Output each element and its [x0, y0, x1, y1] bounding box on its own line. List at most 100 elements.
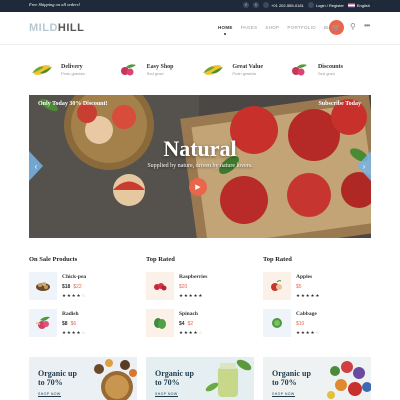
banner-headline: Organic up to 70% — [38, 369, 77, 387]
product-item[interactable]: Apples $5 ★★★★★ — [263, 272, 371, 302]
raspberry-icon[interactable] — [146, 272, 174, 300]
nav-pages[interactable]: PAGES — [241, 25, 258, 30]
top-bar: Free Shipping on all orders! f t +01 202… — [0, 0, 400, 12]
apple-icon[interactable] — [263, 272, 291, 300]
rating-stars: ★★★★☆ — [179, 330, 204, 335]
cart-button[interactable]: 🛒 — [329, 20, 344, 35]
logo-part-2: HILL — [57, 22, 85, 34]
spinach-icon[interactable] — [146, 309, 174, 337]
feature-subtitle: Proin gravida — [61, 71, 85, 76]
phone-item: +01 202-555-0181 — [263, 2, 304, 8]
product-price: $5 — [296, 284, 320, 290]
column-title: Top Rated — [146, 256, 175, 263]
shop-now-button[interactable]: SHOP NOW — [272, 392, 295, 397]
nav-shop[interactable]: SHOP — [265, 25, 279, 30]
feature-title: Easy Shop — [146, 64, 174, 70]
banner-headline: Organic up to 70% — [272, 369, 311, 387]
product-price: $4 $2 — [179, 321, 203, 327]
feature-easy-shop: Easy Shop Sed gravi — [115, 55, 200, 85]
rating-stars: ★★★★★ — [296, 293, 321, 298]
twitter-icon[interactable]: t — [253, 2, 260, 8]
product-lists: On Sale Products Chick-pea $18 $22 ★★★★☆ … — [29, 256, 371, 346]
nav-portfolio[interactable]: PORTFOLIO — [287, 25, 316, 30]
product-item[interactable]: Raspberries $20 ★★★★★ — [146, 272, 254, 302]
radish-icon — [286, 62, 312, 78]
main-nav: HOME PAGES SHOP PORTFOLIO BLOG — [218, 25, 338, 35]
promo-text: Free Shipping on all orders! — [29, 2, 81, 7]
promo-banner[interactable]: Organic up to 70% SHOP NOW — [29, 357, 137, 400]
old-price: $22 — [73, 284, 82, 290]
product-name[interactable]: Apples — [296, 274, 320, 280]
promo-banner[interactable]: Organic up to 70% SHOP NOW — [263, 357, 371, 400]
discount-ribbon: Only Today 30% Discount! — [38, 101, 108, 107]
current-price: $20 — [179, 284, 188, 290]
feature-title: Discounts — [317, 64, 343, 70]
login-item[interactable]: Login / Register — [307, 2, 344, 8]
play-button[interactable]: ▶ — [189, 178, 207, 196]
language-selector[interactable]: English — [347, 2, 370, 8]
banner-line-2: to 70% — [38, 378, 63, 387]
logo[interactable]: MILDHILL — [29, 22, 84, 34]
product-price: $20 — [179, 284, 207, 290]
hero-headline: Natural — [163, 136, 237, 161]
hero-slider: Only Today 30% Discount! Subscribe Today… — [29, 95, 371, 238]
banner-headline: Organic up to 70% — [155, 369, 194, 387]
feature-discounts: Discounts Sed gravi — [286, 55, 371, 85]
cart-icon: 🛒 — [332, 24, 341, 32]
product-name[interactable]: Spinach — [179, 311, 203, 317]
banner-line-1: Organic up — [272, 369, 311, 378]
promo-banners: Organic up to 70% SHOP NOW Organic up to 7… — [29, 357, 371, 400]
shop-now-button[interactable]: SHOP NOW — [155, 392, 178, 397]
top-rated-column-2: Top Rated Apples $5 ★★★★★ Cabbage $10 ★★… — [263, 256, 371, 346]
product-item[interactable]: Spinach $4 $2 ★★★★☆ — [146, 309, 254, 339]
product-item[interactable]: Radish $8 $6 ★★★★☆ — [29, 309, 137, 339]
product-price: $8 $6 — [62, 321, 86, 327]
on-sale-column: On Sale Products Chick-pea $18 $22 ★★★★☆ … — [29, 256, 137, 346]
current-price: $18 — [62, 284, 71, 290]
feature-delivery: Delivery Proin gravida — [29, 55, 114, 85]
top-rated-column-1: Top Rated Raspberries $20 ★★★★★ Spinach … — [146, 256, 254, 346]
login-link[interactable]: Login / Register — [316, 3, 344, 8]
product-name[interactable]: Cabbage — [296, 311, 320, 317]
feature-great-value: Great Value Proin gravida — [200, 55, 285, 85]
product-name[interactable]: Chick-pea — [62, 274, 86, 280]
feature-subtitle: Sed gravi — [317, 71, 335, 76]
flag-icon — [347, 2, 355, 8]
play-icon: ▶ — [195, 184, 201, 191]
product-item[interactable]: Cabbage $10 ★★★★☆ — [263, 309, 371, 339]
chevron-left-icon: ‹ — [34, 161, 38, 171]
user-icon — [307, 2, 314, 8]
product-item[interactable]: Chick-pea $18 $22 ★★★★☆ — [29, 272, 137, 302]
facebook-icon[interactable]: f — [243, 2, 250, 8]
search-icon[interactable]: ⚲ — [350, 22, 356, 31]
old-price: $2 — [187, 321, 194, 327]
chickpea-icon[interactable] — [29, 272, 57, 300]
banner-line-1: Organic up — [155, 369, 194, 378]
phone-number: +01 202-555-0181 — [271, 2, 304, 8]
banner-line-2: to 70% — [272, 378, 297, 387]
rating-stars: ★★★★☆ — [62, 330, 87, 335]
product-name[interactable]: Raspberries — [179, 274, 207, 280]
language-label[interactable]: English — [357, 3, 370, 8]
promo-banner[interactable]: Organic up to 70% SHOP NOW — [146, 357, 254, 400]
feature-subtitle: Proin gravida — [232, 71, 256, 76]
cabbage-icon[interactable] — [263, 309, 291, 337]
radish-icon — [115, 62, 141, 78]
radish-icon[interactable] — [29, 309, 57, 337]
subscribe-ribbon[interactable]: Subscribe Today — [318, 101, 361, 107]
product-price: $18 $22 — [62, 284, 86, 290]
rating-stars: ★★★★☆ — [62, 293, 87, 298]
nav-home[interactable]: HOME — [218, 25, 233, 35]
column-title: On Sale Products — [29, 256, 78, 263]
shop-now-button[interactable]: SHOP NOW — [38, 392, 61, 397]
old-price: $6 — [70, 321, 77, 327]
feature-title: Delivery — [61, 64, 83, 70]
more-icon[interactable]: ••• — [364, 21, 370, 30]
product-name[interactable]: Radish — [62, 311, 86, 317]
product-price: $10 — [296, 321, 320, 327]
features-row: Delivery Proin gravida Easy Shop Sed gra… — [29, 55, 371, 85]
feature-subtitle: Sed gravi — [146, 71, 164, 76]
hero-tagline: Supplied by nature, driven by nature lov… — [147, 163, 253, 169]
corn-icon — [200, 62, 226, 78]
site-header: MILDHILL HOME PAGES SHOP PORTFOLIO BLOG … — [0, 12, 400, 45]
